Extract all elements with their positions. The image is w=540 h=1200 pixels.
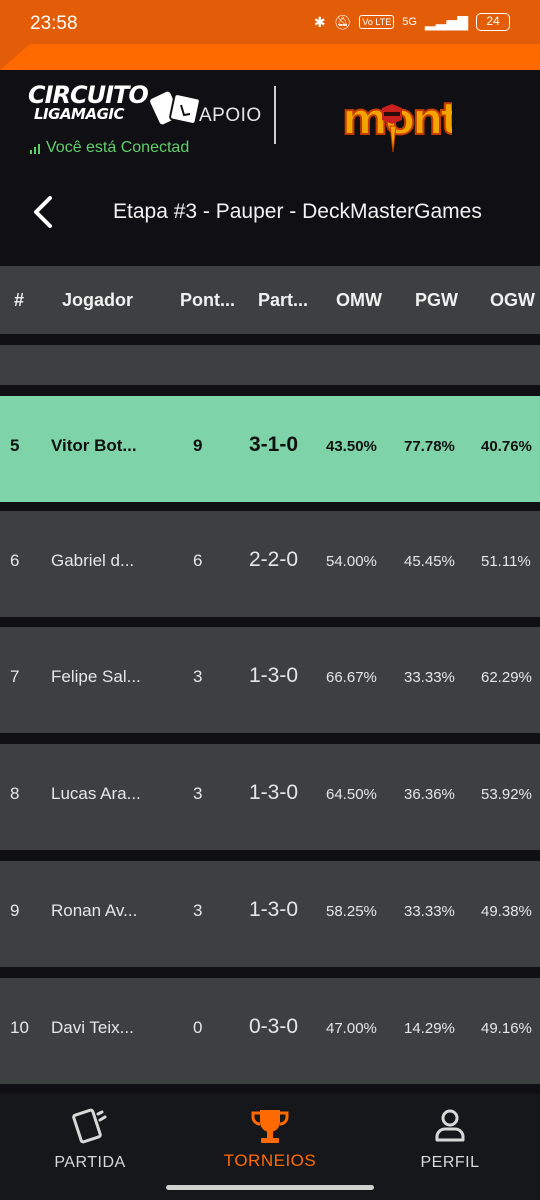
cell-player: Lucas Ara... <box>51 784 141 803</box>
cell-player: Felipe Sal... <box>51 667 141 686</box>
mute-icon: 🔕︎ <box>333 13 352 30</box>
cell-pgw: 36.36% <box>404 786 455 803</box>
cell-rank: 7 <box>10 667 20 686</box>
signal-bars-icon <box>30 142 40 154</box>
table-row-partial <box>0 345 540 385</box>
cards-logo-icon <box>150 91 201 125</box>
table-row[interactable]: 8 Lucas Ara... 3 1-3-0 64.50% 36.36% 53.… <box>0 744 540 850</box>
accent-bar <box>0 44 540 70</box>
person-icon <box>435 1109 465 1142</box>
cell-points: 3 <box>193 784 203 803</box>
trophy-icon <box>251 1110 289 1143</box>
cell-omw: 64.50% <box>326 786 377 803</box>
network-label: 5G <box>402 16 417 28</box>
cell-ogw: 49.38% <box>481 903 532 920</box>
cell-player: Gabriel d... <box>51 551 135 570</box>
bluetooth-icon: ✱ <box>313 13 326 30</box>
cell-matches: 1-3-0 <box>249 781 299 804</box>
status-icons: ✱ 🔕︎ Vo LTE 5G ▂▃▅▇ 24 <box>314 13 510 31</box>
header-matches[interactable]: Part... <box>258 290 308 311</box>
page-title: Etapa #3 - Pauper - DeckMasterGames <box>113 200 482 223</box>
cell-pgw: 45.45% <box>404 553 455 570</box>
table-row[interactable]: 6 Gabriel d... 6 2-2-0 54.00% 45.45% 51.… <box>0 511 540 617</box>
cell-matches: 1-3-0 <box>249 898 299 921</box>
cell-points: 3 <box>193 667 203 686</box>
cell-pgw: 33.33% <box>404 669 455 686</box>
cell-rank: 10 <box>10 1018 29 1037</box>
header-pgw[interactable]: PGW <box>415 290 458 311</box>
signal-icon: ▂▃▅▇ <box>424 13 468 30</box>
cell-player: Vitor Bot... <box>51 436 137 455</box>
header-divider <box>274 86 276 144</box>
cell-matches: 3-1-0 <box>249 433 299 456</box>
connection-status: Você está Conectad <box>30 139 189 157</box>
cell-pgw: 33.33% <box>404 903 455 920</box>
cell-points: 3 <box>193 901 203 920</box>
cell-ogw: 53.92% <box>481 786 532 803</box>
circuito-ligamagic-logo: CIRCUITO LIGAMAGIC <box>28 83 201 134</box>
cell-player: Davi Teix... <box>51 1018 134 1037</box>
table-row[interactable]: 7 Felipe Sal... 3 1-3-0 66.67% 33.33% 62… <box>0 627 540 733</box>
cell-omw: 58.25% <box>326 903 377 920</box>
cell-ogw: 49.16% <box>481 1020 532 1037</box>
nav-torneios[interactable]: TORNEIOS <box>210 1094 330 1184</box>
table-row[interactable]: 9 Ronan Av... 3 1-3-0 58.25% 33.33% 49.3… <box>0 861 540 967</box>
cell-points: 0 <box>193 1018 203 1037</box>
cell-ogw: 62.29% <box>481 669 532 686</box>
header-rank[interactable]: # <box>14 290 24 311</box>
header-ogw[interactable]: OGW <box>490 290 535 311</box>
header-points[interactable]: Pont... <box>180 290 235 311</box>
battery-icon: 24 <box>476 13 510 31</box>
cell-matches: 0-3-0 <box>249 1015 299 1038</box>
nav-partida[interactable]: PARTIDA <box>40 1094 140 1184</box>
cell-points: 9 <box>193 436 203 455</box>
cell-rank: 6 <box>10 551 20 570</box>
mont-logo: mont <box>341 93 452 153</box>
cell-matches: 2-2-0 <box>249 548 299 571</box>
cell-omw: 47.00% <box>326 1020 377 1037</box>
table-header: # Jogador Pont... Part... OMW PGW OGW <box>0 266 540 334</box>
connection-text: Você está Conectad <box>46 139 190 156</box>
cell-omw: 54.00% <box>326 553 377 570</box>
cell-points: 6 <box>193 551 203 570</box>
cell-omw: 66.67% <box>326 669 377 686</box>
nav-torneios-label: TORNEIOS <box>223 1151 317 1170</box>
cards-icon <box>72 1108 107 1144</box>
cell-rank: 9 <box>10 901 20 920</box>
support-label: APOIO <box>199 105 262 126</box>
header-player[interactable]: Jogador <box>62 290 133 311</box>
cell-pgw: 14.29% <box>404 1020 455 1037</box>
cell-ogw: 40.76% <box>481 438 532 455</box>
volte-icon: Vo LTE <box>359 15 395 29</box>
cell-omw: 43.50% <box>326 438 377 455</box>
cell-rank: 8 <box>10 784 20 803</box>
status-time: 23:58 <box>30 13 78 34</box>
table-row[interactable]: 10 Davi Teix... 0 0-3-0 47.00% 14.29% 49… <box>0 978 540 1084</box>
cell-player: Ronan Av... <box>51 901 138 920</box>
status-bar: 23:58 ✱ 🔕︎ Vo LTE 5G ▂▃▅▇ 24 <box>0 0 540 44</box>
nav-partida-label: PARTIDA <box>54 1154 126 1171</box>
table-row[interactable]: 5 Vitor Bot... 9 3-1-0 43.50% 77.78% 40.… <box>0 396 540 502</box>
back-arrow-icon[interactable] <box>30 194 58 230</box>
cell-matches: 1-3-0 <box>249 664 299 687</box>
header-omw[interactable]: OMW <box>336 290 382 311</box>
cell-pgw: 77.78% <box>404 438 455 455</box>
home-indicator[interactable] <box>166 1185 374 1190</box>
cell-rank: 5 <box>10 436 20 455</box>
nav-perfil[interactable]: PERFIL <box>400 1094 500 1184</box>
nav-perfil-label: PERFIL <box>420 1154 480 1171</box>
cell-ogw: 51.11% <box>481 553 531 570</box>
